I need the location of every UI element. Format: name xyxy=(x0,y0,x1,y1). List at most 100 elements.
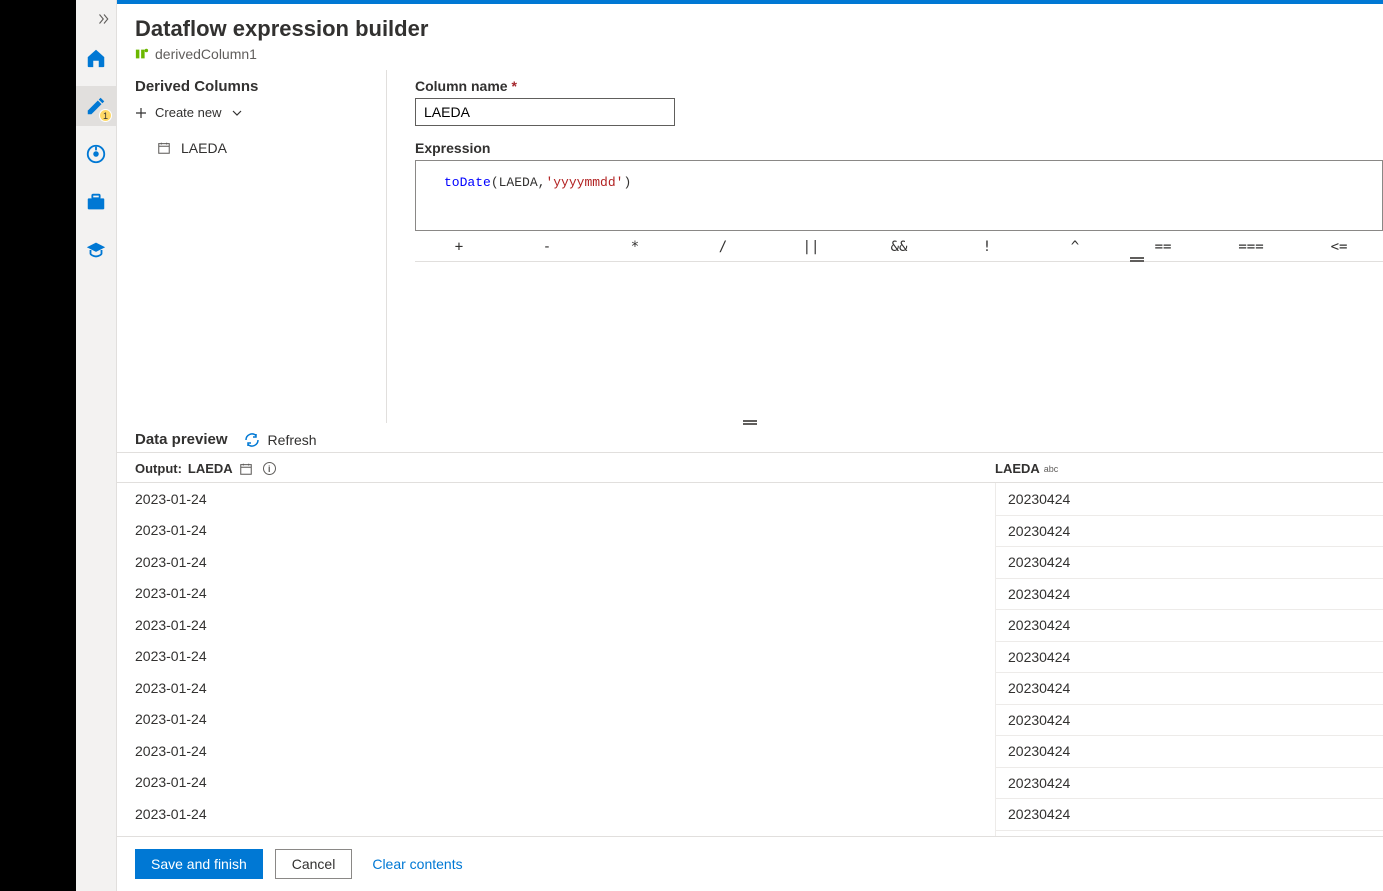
clear-contents-button[interactable]: Clear contents xyxy=(364,856,470,872)
operator-<=[interactable]: <= xyxy=(1295,239,1383,255)
cell-output: 2023-01-24 xyxy=(135,743,995,759)
calendar-icon xyxy=(239,462,253,476)
derived-column-icon xyxy=(135,47,149,61)
cell-output: 2023-01-24 xyxy=(135,491,995,507)
cell-output: 2023-01-24 xyxy=(135,617,995,633)
table-row: 2023-01-2420230424 xyxy=(117,767,1383,799)
grid-body[interactable]: 2023-01-24202304242023-01-24202304242023… xyxy=(117,483,1383,836)
toolbox-icon xyxy=(85,191,107,213)
operator-/[interactable]: / xyxy=(679,239,767,255)
cell-source: 20230424 xyxy=(995,798,1383,830)
operator-===[interactable]: === xyxy=(1207,239,1295,255)
operator-==[interactable]: == xyxy=(1119,239,1207,255)
gauge-icon xyxy=(85,143,107,165)
table-row: 2023-01-2420230424 xyxy=(117,798,1383,830)
derived-columns-title: Derived Columns xyxy=(135,78,368,95)
expand-nav-button[interactable] xyxy=(76,4,116,34)
refresh-icon xyxy=(244,432,260,448)
nav-manage[interactable] xyxy=(76,182,116,222)
cell-source: 20230424 xyxy=(995,735,1383,767)
table-row: 2023-01-2420230424 xyxy=(117,672,1383,704)
blackbar xyxy=(0,0,76,891)
cell-output: 2023-01-24 xyxy=(135,711,995,727)
grid-header-source: LAEDA abc xyxy=(995,461,1365,476)
expr-arg: LAEDA xyxy=(499,175,538,190)
expression-editor[interactable]: toDate(LAEDA,'yyyymmdd') xyxy=(415,160,1383,231)
expression-label: Expression xyxy=(415,140,1383,156)
operator-![interactable]: ! xyxy=(943,239,1031,255)
table-row: 2023-01-2420230424 xyxy=(117,704,1383,736)
cell-source: 20230424 xyxy=(995,767,1383,799)
nav-badge: 1 xyxy=(99,109,112,122)
refresh-label: Refresh xyxy=(268,432,317,448)
chevron-right-double-icon xyxy=(98,13,110,25)
page-header: Dataflow expression builder derivedColum… xyxy=(117,4,1383,70)
operator-&&[interactable]: && xyxy=(855,239,943,255)
cell-source: 20230424 xyxy=(995,483,1383,515)
nav-author[interactable]: 1 xyxy=(76,86,116,126)
subtitle-text: derivedColumn1 xyxy=(155,46,257,62)
data-preview-title: Data preview xyxy=(135,431,228,448)
graduation-cap-icon xyxy=(85,239,107,261)
refresh-button[interactable]: Refresh xyxy=(244,432,317,448)
calendar-icon xyxy=(157,141,171,155)
preview-header: Data preview Refresh xyxy=(117,423,1383,453)
column-item-label: LAEDA xyxy=(181,140,227,156)
cell-output: 2023-01-24 xyxy=(135,522,995,538)
nav-home[interactable] xyxy=(76,38,116,78)
output-prefix: Output: xyxy=(135,461,182,476)
cell-output: 2023-01-24 xyxy=(135,806,995,822)
cell-source: 20230424 xyxy=(995,641,1383,673)
pane-splitter-top[interactable] xyxy=(1130,256,1144,262)
operator-^[interactable]: ^ xyxy=(1031,239,1119,255)
column-name-input[interactable] xyxy=(415,98,675,126)
expr-keyword: toDate xyxy=(444,175,491,190)
expression-pane: Column name * Expression toDate(LAEDA,'y… xyxy=(387,70,1383,423)
pane-splitter-middle[interactable] xyxy=(743,419,757,425)
source-col-type: abc xyxy=(1044,464,1059,474)
operator-+[interactable]: + xyxy=(415,239,503,255)
home-icon xyxy=(85,47,107,69)
expr-string: 'yyyymmdd' xyxy=(545,175,623,190)
create-new-button[interactable]: Create new xyxy=(135,101,368,130)
nav-monitor[interactable] xyxy=(76,134,116,174)
table-row: 2023-01-2420230424 xyxy=(117,735,1383,767)
page-subtitle: derivedColumn1 xyxy=(135,46,1365,62)
table-row: 2023-01-2420230424 xyxy=(117,609,1383,641)
info-icon[interactable]: i xyxy=(263,462,276,475)
cell-output: 2023-01-24 xyxy=(135,648,995,664)
cell-source: 20230424 xyxy=(995,672,1383,704)
table-row: 2023-01-2420230424 xyxy=(117,515,1383,547)
table-row: 2023-01-2420230424 xyxy=(117,641,1383,673)
cell-output: 2023-01-24 xyxy=(135,680,995,696)
grid-header: Output: LAEDA i LAEDA abc xyxy=(117,453,1383,483)
cell-output: 2023-01-24 xyxy=(135,585,995,601)
nav-learn[interactable] xyxy=(76,230,116,270)
column-item-laeda[interactable]: LAEDA xyxy=(135,130,368,156)
operator-||[interactable]: || xyxy=(767,239,855,255)
cell-output: 2023-01-24 xyxy=(135,554,995,570)
column-name-label-text: Column name xyxy=(415,78,508,94)
save-button[interactable]: Save and finish xyxy=(135,849,263,879)
cell-source: 20230424 xyxy=(995,704,1383,736)
cell-source: 20230424 xyxy=(995,515,1383,547)
page-title: Dataflow expression builder xyxy=(135,16,1365,42)
cell-source: 20230424 xyxy=(995,546,1383,578)
column-name-label: Column name * xyxy=(415,78,1383,94)
source-col-name: LAEDA xyxy=(995,461,1040,476)
cell-output: 2023-01-24 xyxy=(135,774,995,790)
cancel-button[interactable]: Cancel xyxy=(275,849,353,879)
left-nav: 1 xyxy=(76,0,117,891)
cell-source: 20230424 xyxy=(995,578,1383,610)
cell-source: 20230424 xyxy=(995,609,1383,641)
table-row: 2023-01-2420230424 xyxy=(117,483,1383,515)
operator-*[interactable]: * xyxy=(591,239,679,255)
operator-toolbar: +-*/||&&!^=====<= xyxy=(415,231,1383,262)
required-asterisk: * xyxy=(511,78,516,94)
chevron-down-icon xyxy=(231,107,243,119)
operator--[interactable]: - xyxy=(503,239,591,255)
footer: Save and finish Cancel Clear contents xyxy=(117,836,1383,891)
create-new-label: Create new xyxy=(155,105,221,120)
builder-panel: Derived Columns Create new LAEDA Column … xyxy=(117,70,1383,423)
columns-pane: Derived Columns Create new LAEDA xyxy=(117,70,387,423)
